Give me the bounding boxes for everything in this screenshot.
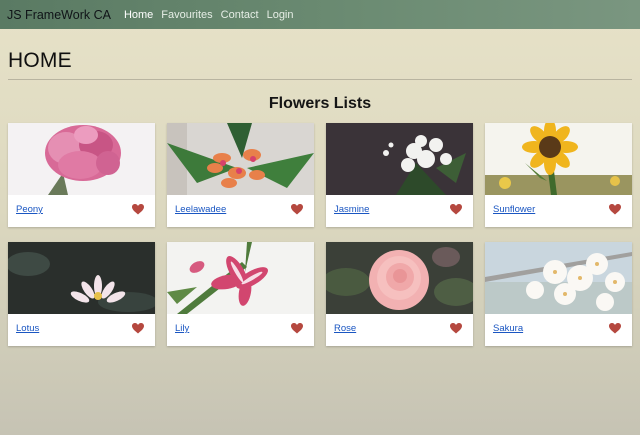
heart-icon[interactable] — [132, 204, 144, 215]
flower-image-leelawadee[interactable] — [167, 123, 314, 195]
flower-card-peony[interactable]: Peony — [8, 123, 155, 227]
heart-icon[interactable] — [291, 204, 303, 215]
heart-icon[interactable] — [609, 204, 621, 215]
flower-card-lily[interactable]: Lily — [167, 242, 314, 346]
flower-image-rose[interactable] — [326, 242, 473, 314]
heart-icon[interactable] — [132, 323, 144, 334]
flower-image-peony[interactable] — [8, 123, 155, 195]
flower-card-rose[interactable]: Rose — [326, 242, 473, 346]
navbar: JS FrameWork CA Home Favourites Contact … — [0, 0, 640, 29]
flower-card-leelawadee[interactable]: Leelawadee — [167, 123, 314, 227]
flower-link-sakura[interactable]: Sakura — [493, 323, 523, 334]
flower-card-jasmine[interactable]: Jasmine — [326, 123, 473, 227]
nav-link-home[interactable]: Home — [124, 9, 153, 21]
nav-link-contact[interactable]: Contact — [221, 9, 259, 21]
flower-link-rose[interactable]: Rose — [334, 323, 356, 334]
flower-link-lily[interactable]: Lily — [175, 323, 189, 334]
heart-icon[interactable] — [609, 323, 621, 334]
flower-card-sunflower[interactable]: Sunflower — [485, 123, 632, 227]
flower-link-sunflower[interactable]: Sunflower — [493, 204, 535, 215]
flower-card-sakura[interactable]: Sakura — [485, 242, 632, 346]
flower-link-lotus[interactable]: Lotus — [16, 323, 39, 334]
flower-link-leelawadee[interactable]: Leelawadee — [175, 204, 226, 215]
flower-card-lotus[interactable]: Lotus — [8, 242, 155, 346]
flower-link-peony[interactable]: Peony — [16, 204, 43, 215]
flower-link-jasmine[interactable]: Jasmine — [334, 204, 369, 215]
flower-image-jasmine[interactable] — [326, 123, 473, 195]
brand-logo[interactable]: JS FrameWork CA — [7, 8, 111, 22]
flower-image-lily[interactable] — [167, 242, 314, 314]
divider — [8, 79, 632, 80]
flower-image-sunflower[interactable] — [485, 123, 632, 195]
nav-link-favourites[interactable]: Favourites — [161, 9, 212, 21]
heart-icon[interactable] — [291, 323, 303, 334]
flower-image-lotus[interactable] — [8, 242, 155, 314]
flower-image-sakura[interactable] — [485, 242, 632, 314]
heart-icon[interactable] — [450, 323, 462, 334]
heart-icon[interactable] — [450, 204, 462, 215]
nav-link-login[interactable]: Login — [267, 9, 294, 21]
section-title: Flowers Lists — [268, 95, 372, 112]
page-title: HOME — [8, 49, 72, 72]
